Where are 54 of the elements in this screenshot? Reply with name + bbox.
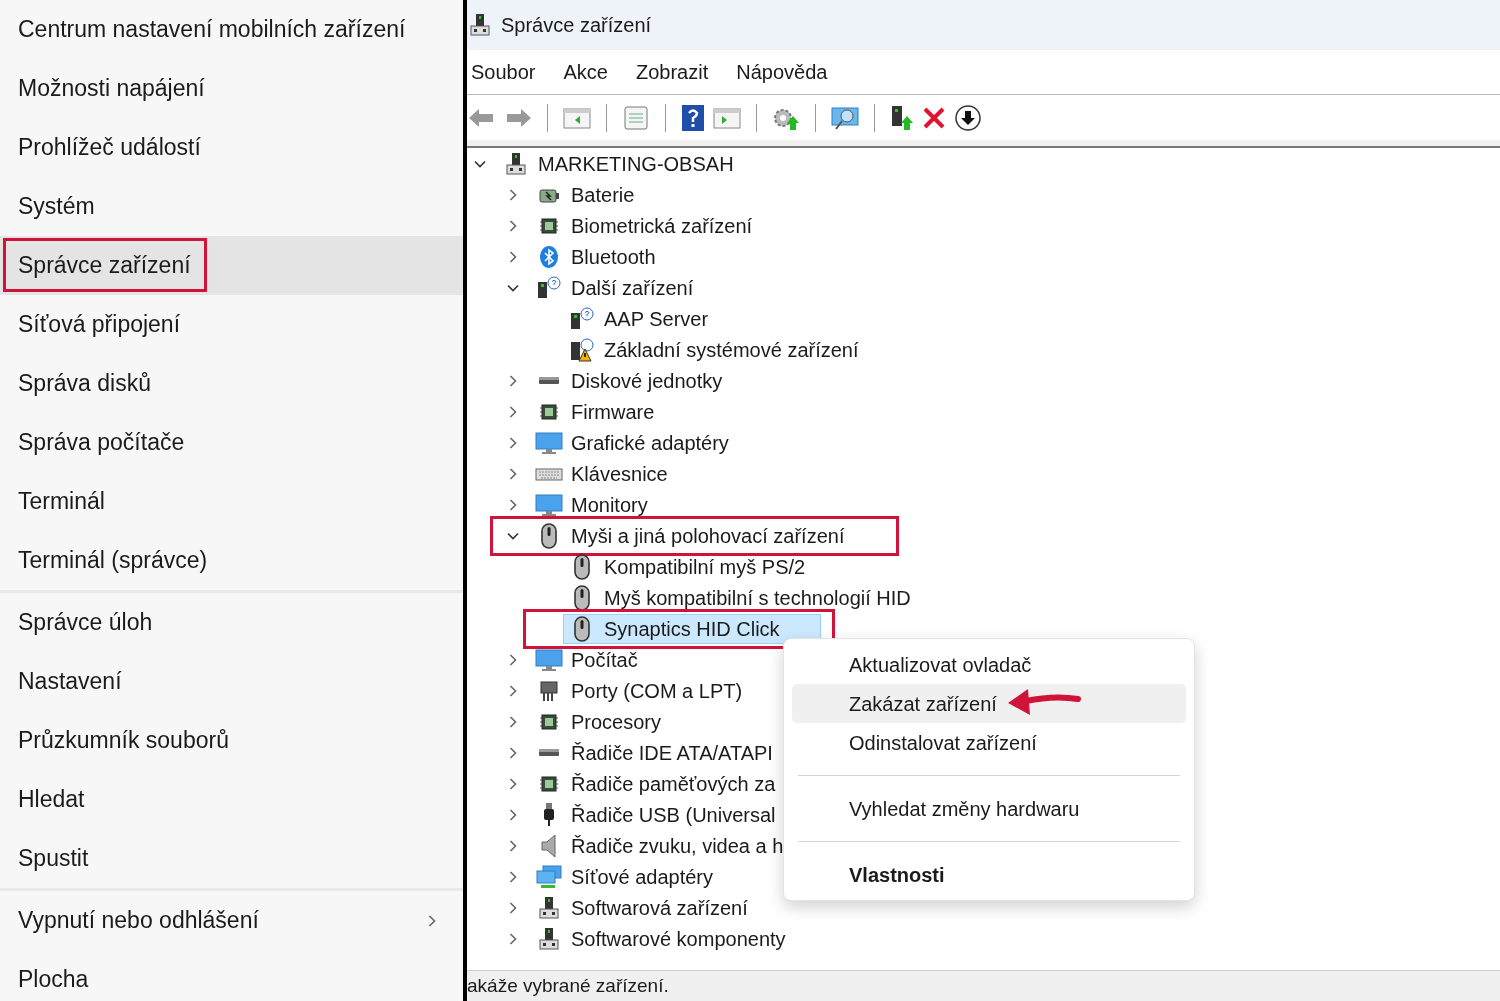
tree-item[interactable]: Základní systémové zařízení	[563, 334, 900, 365]
speaker-icon	[539, 832, 559, 859]
warning-device-icon	[569, 337, 595, 362]
disk-drive-icon	[538, 376, 560, 385]
tree-item[interactable]: Baterie	[530, 179, 676, 210]
menu-bar-item[interactable]: Nápověda	[736, 57, 828, 87]
tree-item[interactable]: Monitory	[530, 489, 689, 520]
tree-item[interactable]: Biometrická zařízení	[530, 210, 794, 241]
tree-item[interactable]: Další zařízení	[530, 272, 735, 303]
unknown-device-icon	[536, 275, 562, 300]
tree-item[interactable]: Počítač	[530, 644, 679, 675]
computer-tower-icon	[505, 151, 527, 176]
computer-tower-icon	[538, 895, 560, 920]
context-menu-item[interactable]: Aktualizovat ovladač	[792, 645, 1186, 684]
menu-bar-item[interactable]: Zobrazit	[635, 57, 709, 87]
disk-drive-icon	[538, 748, 560, 757]
tree-item[interactable]: Procesory	[530, 706, 703, 737]
usb-plug-icon	[541, 801, 557, 828]
tree-item[interactable]: Diskové jednotky	[530, 365, 764, 396]
monitor-icon	[535, 430, 563, 455]
tree-item[interactable]: Firmware	[530, 396, 696, 427]
tree-item[interactable]: Myši a jiná polohovací zařízení	[530, 520, 886, 551]
menu-bar-item[interactable]: Soubor	[471, 57, 536, 87]
help-icon[interactable]	[680, 103, 706, 132]
tree-item[interactable]: Softwarová zařízení	[530, 892, 789, 923]
mouse-icon	[539, 522, 559, 549]
tree-item[interactable]: Myš kompatibilní s technologií HID	[563, 582, 952, 613]
computer-tower-icon	[538, 926, 560, 951]
computer-tower-icon	[469, 13, 491, 37]
tree-item[interactable]: MARKETING-OBSAH	[497, 148, 775, 179]
tree-item[interactable]: Klávesnice	[530, 458, 709, 489]
tree-item[interactable]: Porty (COM a LPT)	[530, 675, 784, 706]
device-enable-icon[interactable]	[889, 103, 915, 132]
unknown-device-icon	[569, 306, 595, 331]
port-icon	[538, 678, 560, 703]
mouse-icon	[572, 584, 592, 611]
network-icon	[535, 864, 563, 889]
context-menu-item[interactable]: Zakázat zařízení	[792, 684, 1186, 723]
window-title: Správce zařízení	[501, 13, 652, 38]
tree-item[interactable]: AAP Server	[563, 303, 750, 334]
status-text: akáže vybrané zařízení.	[467, 973, 669, 998]
menu-bar-item[interactable]: Akce	[563, 57, 608, 87]
tree-item[interactable]: Synaptics HID Click	[563, 613, 821, 644]
tree-item[interactable]: Síťové adaptéry	[530, 861, 755, 892]
tree-item[interactable]: Softwarové komponenty	[530, 923, 827, 954]
bluetooth-icon	[538, 244, 560, 269]
tree-item[interactable]: Kompatibilní myš PS/2	[563, 551, 847, 582]
tree-item[interactable]: Bluetooth	[530, 241, 697, 272]
mouse-icon	[572, 553, 592, 580]
tree-item[interactable]: Grafické adaptéry	[530, 427, 770, 458]
mouse-icon	[572, 615, 592, 642]
menu-item[interactable]: Správce zařízení	[0, 236, 463, 295]
monitor-icon	[535, 492, 563, 517]
monitor-icon	[535, 647, 563, 672]
